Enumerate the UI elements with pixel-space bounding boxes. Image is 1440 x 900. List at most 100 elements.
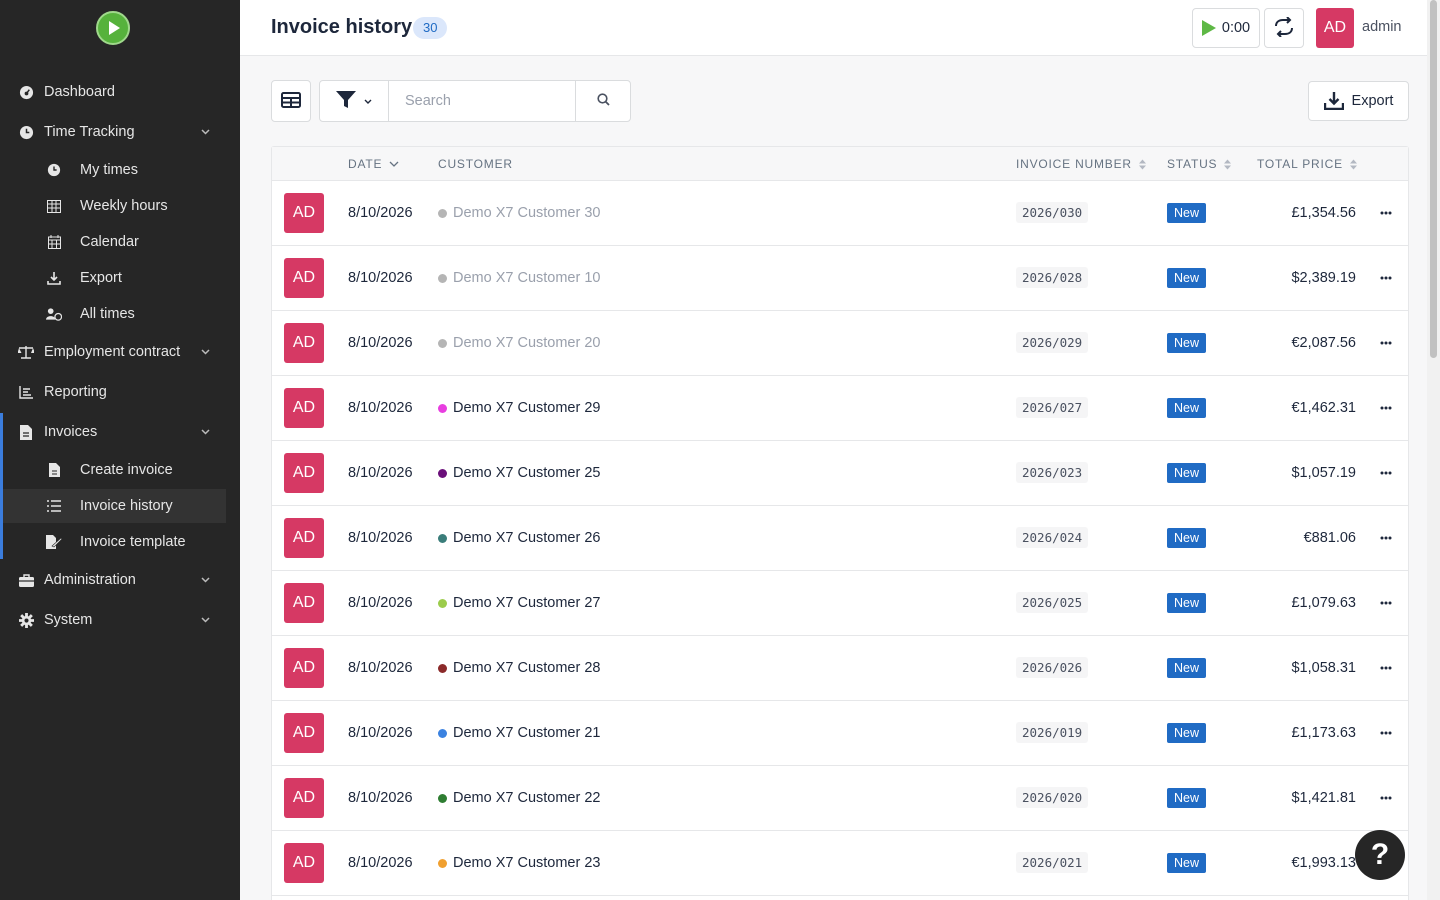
customer-cell[interactable]: Demo X7 Customer 21 (438, 725, 600, 741)
customer-color-dot (438, 468, 447, 478)
customer-cell[interactable]: Demo X7 Customer 29 (438, 400, 600, 416)
customer-cell[interactable]: Demo X7 Customer 23 (438, 855, 600, 871)
scroll-thumb[interactable] (1430, 0, 1437, 358)
status-badge: New (1167, 658, 1207, 678)
invoice-date: 8/10/2026 (348, 465, 413, 481)
table-row[interactable]: AD 8/10/2026 Demo X7 Customer 23 2026/021 Ne… (272, 831, 1408, 896)
sidebar-item-label: Administration (44, 572, 136, 588)
status-badge: New (1167, 528, 1207, 548)
customer-color-dot (438, 208, 447, 218)
customer-cell[interactable]: Demo X7 Customer 30 (438, 205, 600, 221)
sidebar-item-administration[interactable]: Administration (0, 562, 240, 598)
invoice-number: 2026/025 (1016, 592, 1089, 613)
sidebar-item-all-times[interactable]: All times (0, 297, 226, 331)
customer-color-dot (438, 533, 447, 543)
invoice-date: 8/10/2026 (348, 855, 413, 871)
sidebar-item-time-tracking[interactable]: Time Tracking (0, 114, 240, 150)
filter-button[interactable] (319, 80, 389, 122)
invoice-number: 2026/029 (1016, 332, 1089, 353)
sort-desc-icon (389, 161, 399, 167)
avatar: AD (284, 193, 324, 233)
table-row[interactable]: AD 8/10/2026 Demo X7 Customer 29 2026/027 Ne… (272, 376, 1408, 441)
table-row[interactable]: AD 8/10/2026 Demo X7 Customer 30 2026/030 Ne… (272, 181, 1408, 246)
customer-cell[interactable]: Demo X7 Customer 28 (438, 660, 600, 676)
customer-cell[interactable]: Demo X7 Customer 26 (438, 530, 600, 546)
chevron-down-icon (199, 126, 211, 138)
status-badge: New (1167, 853, 1207, 873)
app-logo[interactable] (96, 11, 130, 45)
column-label: Invoice number (1016, 157, 1132, 171)
table-row[interactable]: AD 8/10/2026 Demo X7 Customer 28 2026/026 Ne… (272, 636, 1408, 701)
more-actions-icon[interactable] (1378, 467, 1394, 479)
download-icon (46, 270, 62, 286)
table-row[interactable]: AD 8/10/2026 Demo X7 Customer 10 2026/028 Ne… (272, 246, 1408, 311)
more-actions-icon[interactable] (1378, 337, 1394, 349)
search-input[interactable] (389, 81, 576, 121)
invoice-table: Date Customer Invoice number Status Tota… (271, 146, 1409, 900)
scrollbar[interactable] (1427, 0, 1440, 900)
column-header-total-price[interactable]: Total price (1257, 157, 1357, 171)
page-title: Invoice history (271, 16, 413, 38)
customer-cell[interactable]: Demo X7 Customer 27 (438, 595, 600, 611)
customer-cell[interactable]: Demo X7 Customer 10 (438, 270, 600, 286)
table-row[interactable]: AD 8/10/2026 Demo X7 Customer 27 2026/025 Ne… (272, 571, 1408, 636)
total-price: $1,421.81 (1291, 790, 1356, 806)
help-button[interactable]: ? (1355, 830, 1405, 880)
column-label: Date (348, 157, 383, 171)
avatar: AD (284, 713, 324, 753)
more-actions-icon[interactable] (1378, 792, 1394, 804)
sidebar-item-weekly-hours[interactable]: Weekly hours (0, 189, 226, 223)
invoice-number: 2026/021 (1016, 852, 1089, 873)
more-actions-icon[interactable] (1378, 402, 1394, 414)
sidebar-item-invoice-history[interactable]: Invoice history (0, 489, 226, 523)
more-actions-icon[interactable] (1378, 207, 1394, 219)
more-actions-icon[interactable] (1378, 597, 1394, 609)
more-actions-icon[interactable] (1378, 272, 1394, 284)
more-actions-icon[interactable] (1378, 662, 1394, 674)
timer-value: 0:00 (1221, 20, 1251, 36)
sidebar-item-dashboard[interactable]: Dashboard (0, 74, 240, 110)
user-name[interactable]: admin (1362, 19, 1402, 35)
more-actions-icon[interactable] (1378, 727, 1394, 739)
customer-name: Demo X7 Customer 30 (453, 205, 601, 221)
search-button[interactable] (576, 81, 630, 121)
total-price: €881.06 (1303, 530, 1356, 546)
table-row[interactable]: AD 8/10/2026 Demo X7 Customer 25 2026/023 Ne… (272, 441, 1408, 506)
sidebar-item-create-invoice[interactable]: Create invoice (0, 453, 226, 487)
column-header-date[interactable]: Date (348, 157, 399, 171)
scale-icon (18, 344, 34, 360)
sidebar-item-employment-contract[interactable]: Employment contract (0, 334, 240, 370)
sidebar-item-invoice-template[interactable]: Invoice template (0, 525, 226, 559)
table-row[interactable]: AD 8/10/2026 Demo X7 Customer 26 2026/024 Ne… (272, 506, 1408, 571)
status-badge: New (1167, 203, 1207, 223)
chevron-down-icon (199, 426, 211, 438)
start-timer-button[interactable]: 0:00 (1192, 8, 1260, 48)
sidebar-item-my-times[interactable]: My times (0, 153, 226, 187)
sync-icon (1273, 15, 1295, 40)
export-button[interactable]: Export (1308, 81, 1409, 121)
sidebar-item-reporting[interactable]: Reporting (0, 374, 240, 410)
table-row[interactable]: AD 8/10/2026 Demo X7 Customer 21 2026/019 Ne… (272, 701, 1408, 766)
count-badge: 30 (413, 17, 448, 39)
customer-cell[interactable]: Demo X7 Customer 25 (438, 465, 600, 481)
table-settings-button[interactable] (271, 80, 311, 122)
file-signature-icon (46, 534, 62, 550)
column-header-invoice-number[interactable]: Invoice number (1016, 157, 1146, 171)
sidebar-item-label: My times (80, 162, 138, 178)
sidebar-item-invoices[interactable]: Invoices (0, 414, 240, 450)
table-row[interactable]: AD 8/10/2026 Demo X7 Customer 20 2026/029 Ne… (272, 311, 1408, 376)
customer-cell[interactable]: Demo X7 Customer 20 (438, 335, 600, 351)
avatar[interactable]: AD (1316, 8, 1354, 48)
invoice-number: 2026/019 (1016, 722, 1089, 743)
table-row[interactable]: AD 8/10/2026 Demo X7 Customer 22 2026/020 Ne… (272, 766, 1408, 831)
customer-name: Demo X7 Customer 22 (453, 790, 601, 806)
sidebar-item-calendar[interactable]: Calendar (0, 225, 226, 259)
column-header-status[interactable]: Status (1167, 157, 1232, 171)
sidebar-item-export[interactable]: Export (0, 261, 226, 295)
more-actions-icon[interactable] (1378, 532, 1394, 544)
customer-cell[interactable]: Demo X7 Customer 22 (438, 790, 600, 806)
sync-button[interactable] (1264, 8, 1304, 48)
invoice-date: 8/10/2026 (348, 595, 413, 611)
sidebar-item-system[interactable]: System (0, 602, 240, 638)
customer-name: Demo X7 Customer 27 (453, 595, 601, 611)
